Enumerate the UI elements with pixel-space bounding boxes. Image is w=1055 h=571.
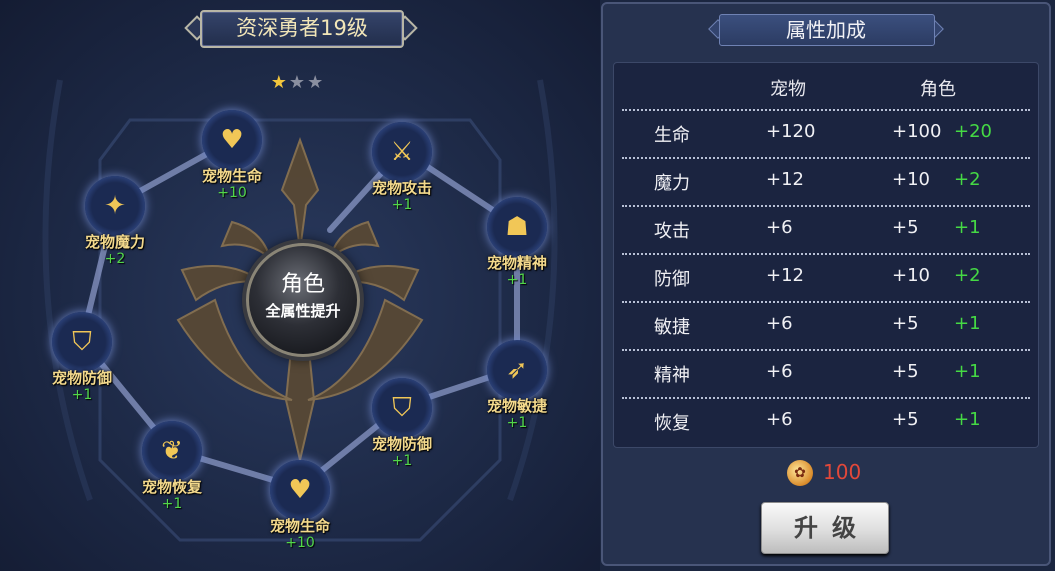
row-divider — [622, 301, 1030, 303]
attr-role-value: +10 — [892, 169, 930, 190]
star-filled-icon: ★ — [270, 72, 289, 93]
node-name: 宠物攻击 — [371, 179, 432, 197]
sparkle-icon: ✦ — [104, 191, 126, 221]
talent-tree-panel: 资深勇者19级 ★★★ 角色 全属性提升 ♥ 宠物生命 +10 ⚔ 宠物攻击 +… — [0, 0, 600, 571]
table-row: 恢复 +6 +5 +1 — [622, 397, 1030, 445]
attr-role-value: +10 — [892, 265, 930, 286]
attribute-table: 宠物 角色 生命 +120 +100 +20 魔力 +12 +10 +2 攻击 … — [613, 62, 1039, 448]
node-pet-defense-right[interactable]: ⛉ 宠物防御 +1 — [352, 378, 452, 478]
panel-title: 属性加成 — [786, 18, 866, 42]
star-empty-icon: ★ — [288, 72, 308, 93]
node-value: +1 — [71, 387, 93, 403]
node-value: +1 — [506, 415, 528, 431]
heart-icon: ♥ — [220, 125, 244, 155]
star-empty-icon: ★ — [307, 72, 326, 93]
attribute-bonus-panel: 属性加成 宠物 角色 生命 +120 +100 +20 魔力 +12 +10 +… — [601, 2, 1051, 566]
rank-title-plaque: 资深勇者19级 — [184, 6, 418, 48]
table-row: 精神 +6 +5 +1 — [622, 349, 1030, 397]
row-divider — [622, 157, 1030, 159]
row-divider — [622, 253, 1030, 255]
attr-pet-value: +6 — [766, 361, 793, 382]
node-pet-recovery[interactable]: ❦ 宠物恢复 +1 — [122, 421, 222, 521]
table-row: 防御 +12 +10 +2 — [622, 253, 1030, 301]
heart-hands-icon: ❦ — [161, 436, 183, 466]
attr-bonus-value: +2 — [954, 169, 981, 190]
node-pet-magic[interactable]: ✦ 宠物魔力 +2 — [65, 176, 165, 276]
upgrade-button[interactable]: 升级 — [761, 502, 889, 554]
orb-subtitle: 全属性提升 — [265, 302, 341, 320]
attr-pet-value: +120 — [766, 121, 816, 142]
attr-role-value: +100 — [892, 121, 942, 142]
node-name: 宠物生命 — [269, 517, 330, 535]
cost-value: 100 — [823, 460, 862, 484]
table-row: 魔力 +12 +10 +2 — [622, 157, 1030, 205]
row-divider — [622, 397, 1030, 399]
center-role-orb[interactable]: 角色 全属性提升 — [246, 243, 360, 357]
panel-header: 属性加成 — [707, 10, 945, 50]
node-name: 宠物恢复 — [141, 478, 202, 496]
attr-role-value: +5 — [892, 217, 919, 238]
node-pet-attack[interactable]: ⚔ 宠物攻击 +1 — [352, 122, 452, 222]
claw-icon: ⚔ — [390, 137, 414, 167]
node-name: 宠物防御 — [51, 369, 112, 387]
hooded-spirit-icon: ☗ — [505, 212, 529, 242]
attr-name: 防御 — [654, 269, 690, 290]
attr-bonus-value: +20 — [954, 121, 992, 142]
node-name: 宠物敏捷 — [486, 397, 547, 415]
attr-pet-value: +6 — [766, 313, 793, 334]
attr-role-value: +5 — [892, 313, 919, 334]
node-value: +1 — [161, 496, 183, 512]
attr-name: 魔力 — [654, 173, 690, 194]
node-value: +10 — [285, 535, 315, 551]
column-header-pet: 宠物 — [770, 79, 806, 100]
node-value: +1 — [391, 197, 413, 213]
table-row: 攻击 +6 +5 +1 — [622, 205, 1030, 253]
node-name: 宠物生命 — [201, 167, 262, 185]
rank-title: 资深勇者19级 — [236, 16, 368, 40]
node-pet-agility[interactable]: ➶ 宠物敏捷 +1 — [467, 340, 567, 440]
star-rating: ★★★ — [262, 72, 334, 94]
node-pet-life-top[interactable]: ♥ 宠物生命 +10 — [182, 110, 282, 210]
attr-bonus-value: +2 — [954, 265, 981, 286]
attr-bonus-value: +1 — [954, 313, 981, 334]
heart-icon: ♥ — [288, 475, 312, 505]
shield-icon: ⛉ — [392, 393, 412, 423]
running-figure-icon: ➶ — [506, 355, 528, 385]
attr-name: 精神 — [654, 365, 690, 386]
attr-bonus-value: +1 — [954, 217, 981, 238]
attr-role-value: +5 — [892, 361, 919, 382]
table-row: 生命 +120 +100 +20 — [622, 109, 1030, 157]
orb-title: 角色 — [280, 272, 325, 297]
node-name: 宠物精神 — [486, 254, 547, 272]
row-divider — [622, 349, 1030, 351]
attr-bonus-value: +1 — [954, 409, 981, 430]
node-name: 宠物魔力 — [84, 233, 145, 251]
node-pet-life-bottom[interactable]: ♥ 宠物生命 +10 — [250, 460, 350, 560]
node-value: +1 — [506, 272, 528, 288]
shield-icon: ⛉ — [72, 327, 92, 357]
node-pet-spirit[interactable]: ☗ 宠物精神 +1 — [467, 197, 567, 297]
attr-pet-value: +6 — [766, 217, 793, 238]
node-name: 宠物防御 — [371, 435, 432, 453]
attr-name: 恢复 — [654, 413, 690, 434]
upgrade-cost: ✿ 100 — [783, 458, 893, 488]
token-icon: ✿ — [787, 460, 813, 486]
attr-pet-value: +6 — [766, 409, 793, 430]
attr-name: 攻击 — [654, 221, 690, 242]
attr-name: 生命 — [654, 125, 690, 146]
node-value: +1 — [391, 453, 413, 469]
node-value: +10 — [217, 185, 247, 201]
attr-bonus-value: +1 — [954, 361, 981, 382]
attr-pet-value: +12 — [766, 265, 804, 286]
column-header-role: 角色 — [920, 79, 956, 100]
attr-role-value: +5 — [892, 409, 919, 430]
node-pet-defense-left[interactable]: ⛉ 宠物防御 +1 — [32, 312, 132, 412]
table-row: 敏捷 +6 +5 +1 — [622, 301, 1030, 349]
attr-pet-value: +12 — [766, 169, 804, 190]
attr-name: 敏捷 — [654, 317, 690, 338]
node-value: +2 — [104, 251, 126, 267]
row-divider — [622, 205, 1030, 207]
row-divider — [622, 109, 1030, 111]
